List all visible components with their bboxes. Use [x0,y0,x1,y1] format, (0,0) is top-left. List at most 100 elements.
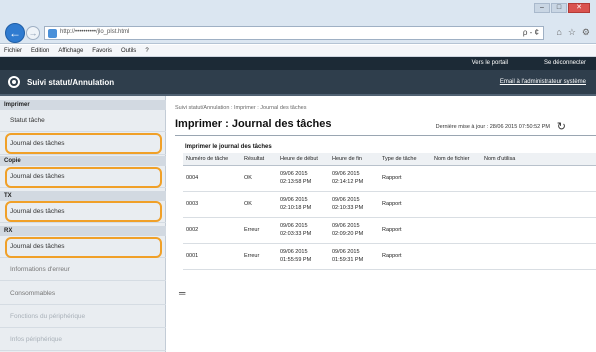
refresh-icon[interactable]: ↻ [557,120,566,133]
cell-user-name [481,217,596,244]
cell-job-type: Rapport [379,217,431,244]
browser-toolbar-icons: ⌂ ☆ ⚙ [556,27,590,38]
table-header-row: Numéro de tâche Résultat Heure de début … [183,153,596,166]
cell-end-time: 09/06 2015 02:09:20 PM [329,217,379,244]
sidebar-section-imprimer: Imprimer [0,100,166,110]
admin-email-link[interactable]: Email à l'administrateur système [500,79,586,85]
title-divider [175,135,596,136]
col-job-number: Numéro de tâche [183,153,241,166]
start-date: 09/06 2015 [280,171,308,177]
logout-link[interactable]: Se déconnecter [544,60,586,66]
portal-link[interactable]: Vers le portail [472,60,508,66]
sidebar-section-rx: RX [0,226,166,236]
cell-job-type: Rapport [379,165,431,192]
url-text[interactable]: http://••••••••••/jlo_plst.html [60,29,129,35]
col-file-name: Nom de fichier [431,153,481,166]
last-update-label: Dernière mise à jour : [435,124,489,130]
menu-fichier[interactable]: Fichier [4,45,22,56]
start-clock: 02:10:18 PM [280,205,312,211]
table-row: 0004 OK 09/06 2015 02:13:58 PM 09/06 2015… [183,165,596,192]
cell-start-time: 09/06 2015 02:13:58 PM [277,165,329,192]
cell-job-number: 0002 [183,217,241,244]
cell-file-name [431,217,481,244]
col-start-time: Heure de début [277,153,329,166]
end-of-list-marker: ═ [179,288,186,298]
highlight-tx-log [5,201,162,222]
table-row: 0002 Erreur 09/06 2015 02:03:33 PM 09/06 … [183,217,596,244]
maximize-button[interactable]: □ [551,3,567,13]
menu-favoris[interactable]: Favoris [92,45,112,56]
highlight-print-log [5,133,162,154]
cell-result: Erreur [241,217,277,244]
highlight-copy-log [5,167,162,188]
sidebar-item-statut-tache[interactable]: Statut tâche [0,110,166,132]
cell-result: OK [241,165,277,192]
cell-job-number: 0001 [183,243,241,270]
cell-job-number: 0003 [183,191,241,218]
back-button[interactable]: ← [5,23,25,43]
start-date: 09/06 2015 [280,197,308,203]
sidebar-item-device-info[interactable]: Infos périphérique [0,329,166,351]
end-date: 09/06 2015 [332,197,360,203]
end-date: 09/06 2015 [332,249,360,255]
sidebar: Imprimer Statut tâche Journal des tâches… [0,96,166,352]
menu-affichage[interactable]: Affichage [58,45,83,56]
cell-user-name [481,191,596,218]
close-button[interactable]: ✕ [568,3,590,13]
cell-start-time: 09/06 2015 02:03:33 PM [277,217,329,244]
cell-start-time: 09/06 2015 02:10:18 PM [277,191,329,218]
col-user-name: Nom d'utilisa [481,153,596,166]
main-content: Suivi statut/Annulation : Imprimer : Jou… [167,96,596,352]
search-refresh-icons[interactable]: ρ - ¢ [523,28,539,37]
start-clock: 02:03:33 PM [280,231,312,237]
start-date: 09/06 2015 [280,249,308,255]
start-date: 09/06 2015 [280,223,308,229]
home-icon[interactable]: ⌂ [556,27,561,38]
cell-result: Erreur [241,243,277,270]
app-title: Suivi statut/Annulation [27,78,115,87]
highlight-rx-log [5,237,162,258]
cell-job-type: Rapport [379,243,431,270]
browser-titlebar: – □ ✕ [0,0,596,22]
end-date: 09/06 2015 [332,171,360,177]
col-end-time: Heure de fin [329,153,379,166]
cell-end-time: 09/06 2015 02:14:12 PM [329,165,379,192]
end-clock: 02:09:20 PM [332,231,364,237]
sidebar-item-consumables[interactable]: Consommables [0,283,166,305]
tools-gear-icon[interactable]: ⚙ [582,27,590,38]
start-clock: 01:55:59 PM [280,257,312,263]
end-clock: 02:14:12 PM [332,179,364,185]
app-header: Suivi statut/Annulation Email à l'admini… [0,70,596,96]
end-date: 09/06 2015 [332,223,360,229]
menu-outils[interactable]: Outils [121,45,136,56]
minimize-button[interactable]: – [534,3,550,13]
sidebar-item-device-functions[interactable]: Fonctions du périphérique [0,306,166,328]
menu-help[interactable]: ? [145,45,148,56]
table-row: 0001 Erreur 09/06 2015 01:55:59 PM 09/06 … [183,243,596,270]
cell-file-name [431,243,481,270]
sidebar-section-tx: TX [0,191,166,201]
col-result: Résultat [241,153,277,166]
breadcrumb: Suivi statut/Annulation : Imprimer : Jou… [175,105,307,111]
cell-result: OK [241,191,277,218]
cell-file-name [431,165,481,192]
end-clock: 01:59:31 PM [332,257,364,263]
start-clock: 02:13:58 PM [280,179,312,185]
section-title: Imprimer le journal des tâches [185,144,272,150]
cell-file-name [431,191,481,218]
last-update-value: 28/06 2015 07:50:52 PM [489,124,550,130]
browser-menubar: Fichier Edition Affichage Favoris Outils… [0,45,596,57]
menu-edition[interactable]: Edition [31,45,49,56]
sidebar-item-error-info[interactable]: Informations d'erreur [0,259,166,281]
end-clock: 02:10:33 PM [332,205,364,211]
address-bar[interactable]: http://••••••••••/jlo_plst.html ρ - ¢ [44,26,544,40]
sidebar-section-copie: Copie [0,156,166,166]
job-log-table: Numéro de tâche Résultat Heure de début … [183,153,596,270]
cell-end-time: 09/06 2015 02:10:33 PM [329,191,379,218]
page-title: Imprimer : Journal des tâches [175,118,332,130]
cell-job-number: 0004 [183,165,241,192]
ie-page-icon [48,29,57,38]
forward-button[interactable]: → [26,26,40,40]
col-job-type: Type de tâche [379,153,431,166]
favorites-star-icon[interactable]: ☆ [568,27,576,38]
